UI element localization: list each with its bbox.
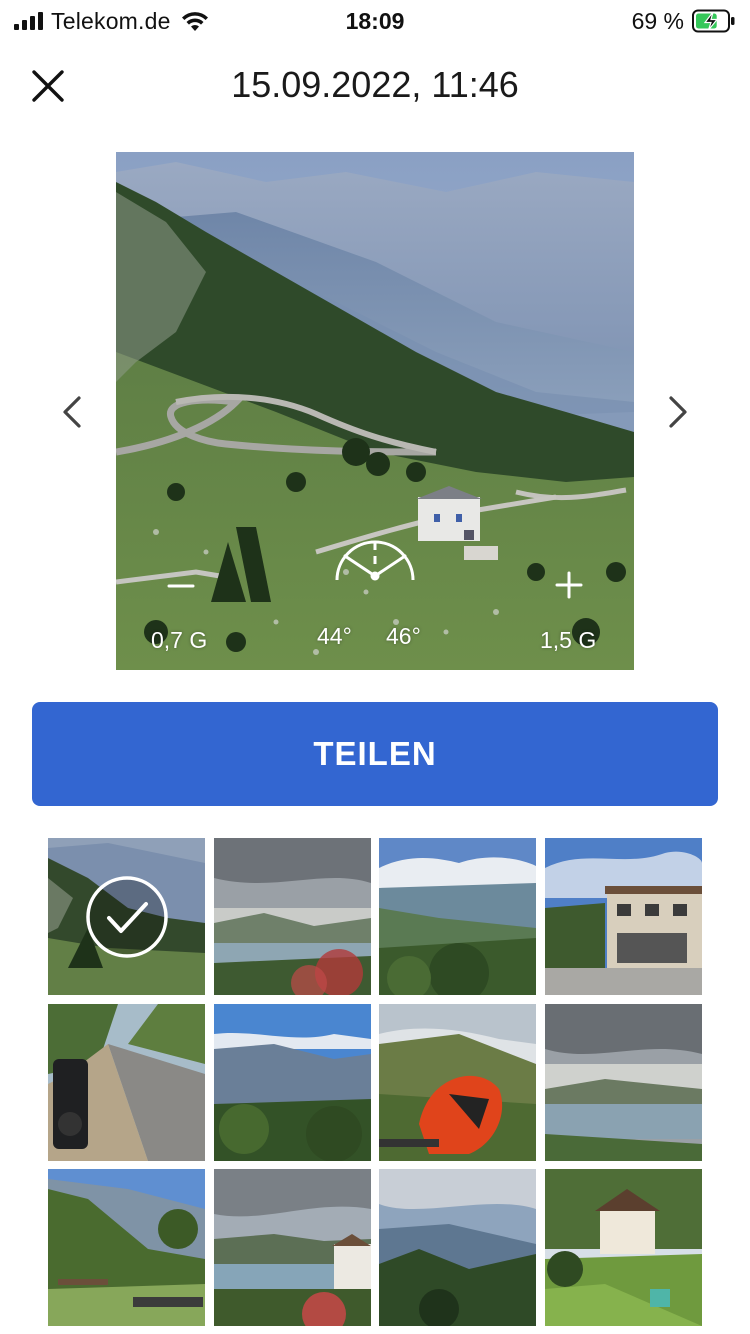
thumbnail-12[interactable] (545, 1169, 702, 1326)
wifi-icon (181, 12, 208, 31)
main-photo[interactable]: 0,7 G 44° 46° 1,5 G (116, 152, 634, 670)
share-button[interactable]: TEILEN (32, 702, 718, 806)
share-button-label: TEILEN (313, 735, 437, 772)
header: 15.09.2022, 11:46 (0, 44, 750, 124)
thumbnail-image (379, 1169, 536, 1326)
chevron-left-icon (63, 396, 81, 428)
thumbnail-image (214, 838, 371, 995)
minus-icon[interactable] (166, 576, 196, 596)
thumbnail-image (214, 1004, 371, 1161)
thumbnail-image (48, 1004, 205, 1161)
thumbnail-image (379, 1004, 536, 1161)
plus-icon[interactable] (554, 570, 584, 600)
thumbnail-image (545, 1169, 702, 1326)
thumbnail-11[interactable] (379, 1169, 536, 1326)
thumbnail-image (48, 1169, 205, 1326)
thumbnail-image (379, 838, 536, 995)
status-right: 69 % (632, 8, 736, 34)
thumbnail-image (545, 838, 702, 995)
gain-min-label: 0,7 G (151, 627, 208, 653)
thumbnail-5[interactable] (48, 1004, 205, 1161)
thumbnail-7[interactable] (379, 1004, 536, 1161)
lean-angle-gauge-icon (335, 540, 415, 581)
signal-icon (14, 12, 43, 30)
next-photo-button[interactable] (660, 392, 696, 432)
previous-photo-button[interactable] (54, 392, 90, 432)
gain-max-label: 1,5 G (540, 627, 597, 653)
thumbnail-1[interactable] (48, 838, 205, 995)
battery-percent: 69 % (631, 7, 684, 34)
battery-charging-icon (692, 9, 735, 33)
thumbnail-image (214, 1169, 371, 1326)
thumbnail-10[interactable] (214, 1169, 371, 1326)
carrier-name: Telekom.de (51, 7, 171, 34)
status-bar: Telekom.de 18:09 69 % (0, 0, 750, 44)
selected-check-icon (86, 876, 168, 958)
thumbnail-9[interactable] (48, 1169, 205, 1326)
thumbnail-2[interactable] (214, 838, 371, 995)
thumbnail-3[interactable] (379, 838, 536, 995)
page-title: 15.09.2022, 11:46 (231, 64, 519, 105)
thumbnail-image (545, 1004, 702, 1161)
angle-left-label: 44° (317, 623, 352, 649)
status-left: Telekom.de (14, 8, 209, 34)
thumbnail-6[interactable] (214, 1004, 371, 1161)
thumbnail-8[interactable] (545, 1004, 702, 1161)
thumbnail-4[interactable] (545, 838, 702, 995)
chevron-right-icon (669, 396, 687, 428)
angle-right-label: 46° (386, 623, 421, 649)
